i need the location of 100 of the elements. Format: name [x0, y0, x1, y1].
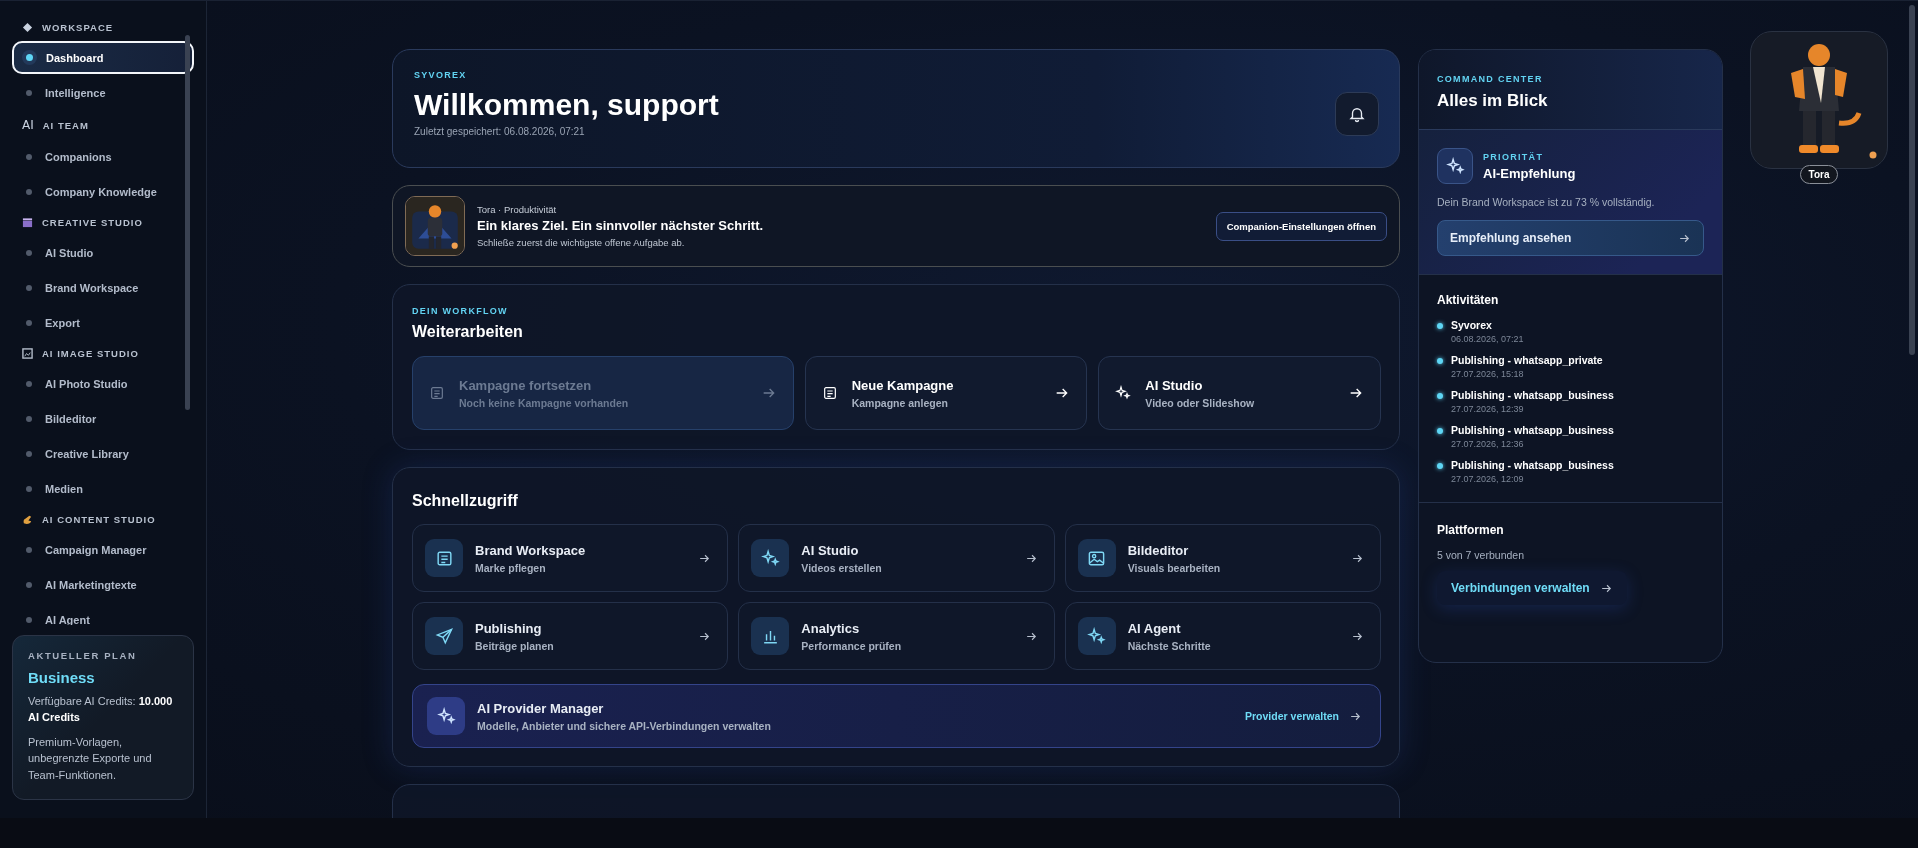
nav-item[interactable]: Company Knowledge: [12, 175, 194, 208]
plan-description: Premium-Vorlagen, unbegrenzte Exporte und Team-Funktionen.: [28, 734, 153, 783]
activity-title: Publishing - whatsapp_private: [1451, 354, 1603, 366]
scrollbar-thumb[interactable]: [185, 35, 190, 410]
companion-hint: Schließe zuerst die wichtigste offene Aufgabe ab.: [477, 237, 686, 248]
activity-time: 06.08.2026, 07:21: [1451, 334, 1524, 344]
workflow-action[interactable]: AI Studio Video oder Slideshow: [1098, 356, 1381, 430]
bell-icon: [1348, 105, 1366, 123]
activity-title: Syvorex: [1451, 319, 1493, 331]
nav-item[interactable]: Export: [12, 306, 194, 339]
quick-access-tile[interactable]: Analytics Performance prüfen: [738, 602, 1055, 670]
section-title: AI CONTENT STUDIO: [42, 514, 156, 525]
companion-headline: Ein klares Ziel. Ein sinnvoller nächster Schritt.: [477, 218, 765, 233]
activity-dot: [1437, 358, 1443, 364]
picture-frame-icon: [22, 348, 33, 359]
provider-subtitle: Modelle, Anbieter und sichere API-Verbindungen verwalten: [477, 719, 772, 732]
section-heading: Weiterarbeiten: [412, 323, 524, 341]
recommendation-title: AI-Empfehlung: [1483, 165, 1576, 181]
panel-title: Alles im Blick: [1437, 91, 1549, 111]
quick-access-tile[interactable]: Bildeditor Visuals bearbeiten: [1064, 524, 1381, 592]
nav-item[interactable]: AI Studio: [12, 236, 194, 269]
section-heading: Aktivitäten: [1437, 293, 1500, 307]
document-icon: [429, 385, 445, 401]
action-subtitle: Noch keine Kampagne vorhanden: [459, 396, 630, 409]
activity-dot: [1437, 428, 1443, 434]
document-icon: [821, 385, 838, 401]
notifications-button[interactable]: [1335, 92, 1379, 136]
clapperboard-icon: [22, 217, 33, 228]
section-title: CREATIVE STUDIO: [42, 217, 143, 228]
nav-item[interactable]: Bildeditor: [12, 402, 194, 435]
view-recommendation-button[interactable]: Empfehlung ansehen: [1437, 220, 1704, 256]
workflow-action[interactable]: Neue Kampagne Kampagne anlegen: [804, 356, 1088, 430]
section-icon: AI: [22, 118, 34, 132]
quick-access-tile[interactable]: Publishing Beiträge planen: [412, 602, 729, 670]
activity-dot: [1437, 463, 1443, 469]
action-title: AI Studio: [1145, 377, 1204, 393]
quick-access-tile[interactable]: Brand Workspace Marke pflegen: [412, 524, 729, 592]
nav-item[interactable]: Intelligence: [12, 76, 194, 109]
activity-time: 27.07.2026, 12:39: [1451, 404, 1525, 414]
nav-item[interactable]: Brand Workspace: [12, 271, 194, 304]
platform-status: 5 von 7 verbunden: [1437, 549, 1525, 561]
tile-subtitle: Marke pflegen: [475, 561, 547, 574]
credits-text: Verfügbare AI Credits: 10.000 AI Credits: [28, 694, 174, 725]
quick-access-tile[interactable]: AI Studio Videos erstellen: [738, 524, 1055, 592]
manage-connections-button[interactable]: Verbindungen verwalten: [1437, 571, 1627, 605]
sparkle-icon: [760, 548, 780, 568]
plan-eyebrow: AKTUELLER PLAN: [28, 650, 138, 661]
nav-item[interactable]: AI Agent: [12, 603, 194, 625]
activity-time: 27.07.2026, 12:36: [1451, 439, 1525, 449]
activity-dot: [1437, 393, 1443, 399]
tile-subtitle: Videos erstellen: [801, 561, 883, 574]
diamond-icon: [22, 22, 33, 33]
eyebrow: SYVOREX: [414, 70, 468, 80]
action-subtitle: Kampagne anlegen: [851, 396, 949, 409]
section-heading: Schnellzugriff: [412, 492, 519, 510]
companion-meta: Tora · Produktivität: [477, 204, 558, 215]
plan-name: Business: [28, 669, 96, 686]
saved-time: Zuletzt gespeichert: 06.08.2026, 07:21: [414, 126, 586, 137]
tile-title: Bildeditor: [1127, 542, 1190, 558]
tile-title: AI Studio: [801, 542, 860, 558]
activity-title: Publishing - whatsapp_business: [1451, 389, 1614, 401]
nav-item[interactable]: AI Photo Studio: [12, 367, 194, 400]
tile-title: Publishing: [475, 620, 543, 636]
sparkle-icon: [1445, 156, 1465, 176]
page-title: Willkommen, support: [414, 88, 719, 122]
quick-access-tile[interactable]: AI Agent Nächste Schritte: [1064, 602, 1381, 670]
activity-title: Publishing - whatsapp_business: [1451, 424, 1614, 436]
section-title: AI TEAM: [42, 119, 89, 131]
tile-subtitle: Visuals bearbeiten: [1127, 561, 1222, 574]
eyebrow: DEIN WORKFLOW: [412, 306, 509, 316]
nav-item[interactable]: Campaign Manager: [12, 533, 194, 566]
document-icon: [434, 548, 454, 568]
action-subtitle: Video oder Slideshow: [1145, 396, 1256, 409]
eyebrow: PRIORITÄT: [1483, 151, 1545, 162]
companion-settings-button[interactable]: Companion-Einstellungen öffnen: [1215, 211, 1387, 241]
scrollbar-thumb[interactable]: [1909, 5, 1915, 355]
activity-dot: [1437, 323, 1443, 329]
section-title: WORKSPACE: [42, 22, 114, 33]
nav-item[interactable]: Creative Library: [12, 437, 194, 470]
tile-title: Analytics: [801, 620, 861, 636]
tile-subtitle: Beiträge planen: [475, 639, 555, 652]
section-title: AI IMAGE STUDIO: [42, 348, 139, 359]
tile-subtitle: Nächste Schritte: [1127, 639, 1212, 652]
nav-item[interactable]: Companions: [12, 140, 194, 173]
tile-subtitle: Performance prüfen: [801, 639, 903, 652]
action-title: Neue Kampagne: [851, 377, 955, 393]
provider-link[interactable]: Provider verwalten: [1245, 709, 1362, 723]
recommendation-text: Dein Brand Workspace ist zu 73 % vollständig.: [1437, 196, 1656, 208]
sparkle-icon: [1115, 385, 1132, 401]
eyebrow: COMMAND CENTER: [1437, 74, 1544, 84]
mascot-name-badge: Tora: [1799, 165, 1839, 184]
nav-item[interactable]: Dashboard: [12, 41, 194, 74]
activity-time: 27.07.2026, 15:18: [1451, 369, 1525, 379]
nav-item[interactable]: AI Marketingtexte: [12, 568, 194, 601]
sparkle-icon: [1087, 626, 1107, 646]
sparkle-icon: [436, 706, 456, 726]
activity-time: 27.07.2026, 12:09: [1451, 474, 1525, 484]
activity-title: Publishing - whatsapp_business: [1451, 459, 1614, 471]
nav-item[interactable]: Medien: [12, 472, 194, 505]
provider-title: AI Provider Manager: [477, 700, 605, 716]
